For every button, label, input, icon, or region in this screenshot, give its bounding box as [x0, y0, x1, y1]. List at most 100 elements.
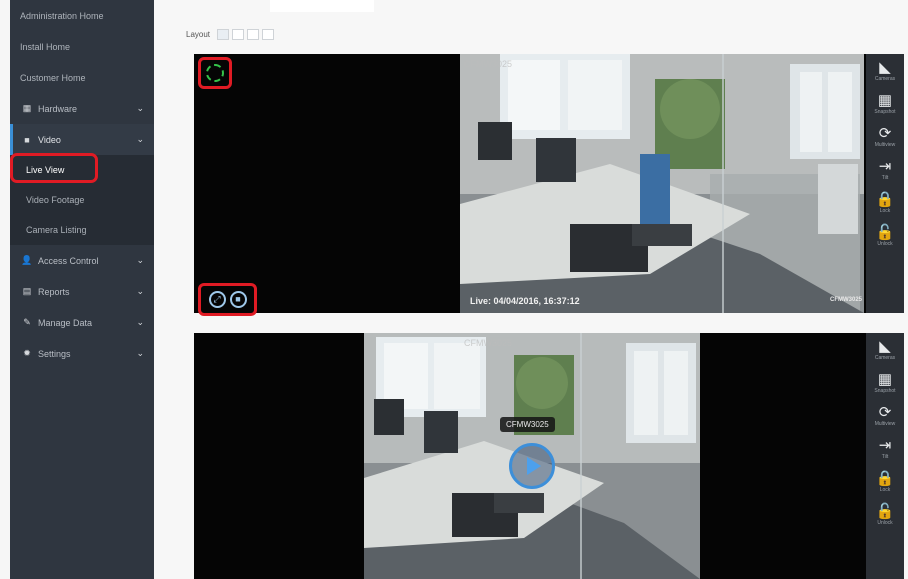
multiview-button[interactable]: ⟳ Multiview	[866, 399, 904, 432]
tool-label: Multiview	[874, 420, 896, 427]
sidebar-item-manage-data[interactable]: ✎ Manage Data ⌄	[10, 307, 154, 338]
tool-label: Snapshot	[874, 387, 896, 394]
tool-label: Tilt	[881, 174, 889, 181]
page: Administration Home Install Home Custome…	[0, 0, 908, 579]
tool-label: Unlock	[877, 519, 893, 526]
layout-3x3-button[interactable]	[262, 29, 275, 40]
office-camera-image	[460, 54, 864, 313]
reports-icon: ▤	[22, 286, 32, 296]
play-button[interactable]	[509, 443, 555, 489]
sidebar-item-customer-home[interactable]: Customer Home	[10, 62, 154, 93]
wrench-icon: ✎	[23, 317, 31, 327]
loading-spinner-icon	[206, 64, 224, 82]
tool-label: Cameras	[874, 354, 896, 361]
sidebar-item-reports[interactable]: ▤ Reports ⌄	[10, 276, 154, 307]
tool-label: Multiview	[874, 141, 896, 148]
refresh-icon: ⟳	[878, 403, 892, 421]
feed-name-label: CFMW3025	[464, 338, 513, 348]
stop-icon: ■	[235, 294, 241, 304]
tool-label: Cameras	[874, 75, 896, 82]
refresh-icon: ⟳	[878, 124, 892, 142]
lock-button[interactable]: 🔒 Lock	[866, 186, 904, 219]
layout-selector: Layout	[186, 29, 275, 40]
sidebar-item-video[interactable]: ■ Video ⌄	[10, 124, 154, 155]
video-controls-highlight: ⤢ ■	[198, 283, 257, 316]
layout-2x1-button[interactable]	[232, 29, 245, 40]
camera-icon: ◣	[879, 337, 891, 355]
sidebar-item-camera-listing[interactable]: Camera Listing	[10, 215, 154, 245]
fullscreen-button[interactable]: ⤢	[208, 291, 226, 308]
chevron-down-icon: ⌄	[136, 286, 144, 296]
loading-spinner-highlight	[198, 57, 232, 89]
layout-label: Layout	[186, 30, 211, 39]
live-timestamp: Live: 04/04/2016, 16:37:12	[470, 296, 580, 306]
feed-name-label: CFMW3025	[464, 59, 513, 69]
sidebar-item-label: Video	[38, 134, 61, 145]
sidebar-item-settings[interactable]: ✹ Settings ⌄	[10, 338, 154, 369]
sidebar-item-install-home[interactable]: Install Home	[10, 31, 154, 62]
grid-icon: ▦	[877, 370, 893, 388]
sidebar-item-access-control[interactable]: 👤 Access Control ⌄	[10, 245, 154, 276]
sign-in-icon: ⇥	[878, 157, 892, 175]
tool-label: Snapshot	[874, 108, 896, 115]
sidebar-item-label: Hardware	[38, 103, 78, 114]
unlock-icon: 🔓	[875, 502, 895, 520]
chevron-down-icon: ⌄	[136, 134, 144, 144]
sidebar-item-label: Settings	[38, 348, 71, 359]
video-panel-1[interactable]: CFMW3025 ⤢ ■ Live: 04/04/2016, 16:37:12 …	[194, 54, 904, 316]
tool-label: Unlock	[877, 240, 893, 247]
sidebar: Administration Home Install Home Custome…	[10, 0, 154, 579]
top-tab	[270, 0, 374, 12]
user-icon: 👤	[21, 255, 33, 265]
layout-1x1-button[interactable]	[217, 29, 230, 40]
tilt-button[interactable]: ⇥ Tilt	[866, 153, 904, 186]
lock-icon: 🔒	[875, 469, 895, 487]
snapshot-button[interactable]: ▦ Snapshot	[866, 87, 904, 120]
panel-toolbar-1: ◣ Cameras ▦ Snapshot ⟳ Multiview ⇥ Tilt 🔒 Loc…	[866, 54, 904, 313]
panel-toolbar-2: ◣ Cameras ▦ Snapshot ⟳ Multiview ⇥ Tilt 🔒 Loc…	[866, 333, 904, 579]
lock-button[interactable]: 🔒 Lock	[866, 465, 904, 498]
chevron-down-icon: ⌄	[136, 103, 144, 113]
unlock-button[interactable]: 🔓 Unlock	[866, 498, 904, 531]
multiview-button[interactable]: ⟳ Multiview	[866, 120, 904, 153]
tool-label: Tilt	[881, 453, 889, 460]
hardware-icon: ▦	[22, 103, 32, 113]
chevron-down-icon: ⌄	[136, 317, 144, 327]
cameras-button[interactable]: ◣ Cameras	[866, 333, 904, 366]
camera-feed-1[interactable]	[460, 54, 864, 313]
video-panel-2[interactable]: CFMW3025 CFMW3025 ◣ Cameras ▦ Snapshot ⟳ Mu…	[194, 333, 904, 579]
lock-icon: 🔒	[875, 190, 895, 208]
sidebar-item-label: Customer Home	[20, 72, 86, 83]
snapshot-button[interactable]: ▦ Snapshot	[866, 366, 904, 399]
unlock-button[interactable]: 🔓 Unlock	[866, 219, 904, 252]
tool-label: Lock	[879, 486, 891, 493]
chevron-down-icon: ⌄	[136, 348, 144, 358]
cameras-button[interactable]: ◣ Cameras	[866, 54, 904, 87]
sidebar-item-label: Install Home	[20, 41, 71, 52]
sidebar-item-label: Reports	[38, 286, 70, 297]
live-view-highlight	[10, 153, 98, 183]
sidebar-item-hardware[interactable]: ▦ Hardware ⌄	[10, 93, 154, 124]
grid-icon: ▦	[877, 91, 893, 109]
chevron-down-icon: ⌄	[136, 255, 144, 265]
camera-id-label: CFMW3025	[829, 297, 862, 303]
tilt-button[interactable]: ⇥ Tilt	[866, 432, 904, 465]
sign-in-icon: ⇥	[878, 436, 892, 454]
sidebar-item-label: Access Control	[38, 255, 99, 266]
play-icon	[527, 457, 541, 475]
sidebar-item-video-footage[interactable]: Video Footage	[10, 185, 154, 215]
camera-icon: ◣	[879, 58, 891, 76]
camera-tooltip: CFMW3025	[500, 417, 555, 432]
expand-icon: ⤢	[213, 294, 221, 304]
tool-label: Lock	[879, 207, 891, 214]
layout-2x2-button[interactable]	[247, 29, 260, 40]
sidebar-item-label: Video Footage	[26, 195, 85, 205]
stop-button[interactable]: ■	[229, 291, 247, 308]
gear-icon: ✹	[23, 348, 31, 358]
unlock-icon: 🔓	[875, 223, 895, 241]
sidebar-item-label: Administration Home	[20, 10, 104, 21]
sidebar-item-administration-home[interactable]: Administration Home	[10, 0, 154, 31]
sidebar-item-label: Camera Listing	[26, 225, 87, 235]
sidebar-item-label: Manage Data	[38, 317, 93, 328]
main-content: Layout CFMW3025 ⤢ ■ Live: 04/04/2016, 16…	[154, 0, 908, 579]
